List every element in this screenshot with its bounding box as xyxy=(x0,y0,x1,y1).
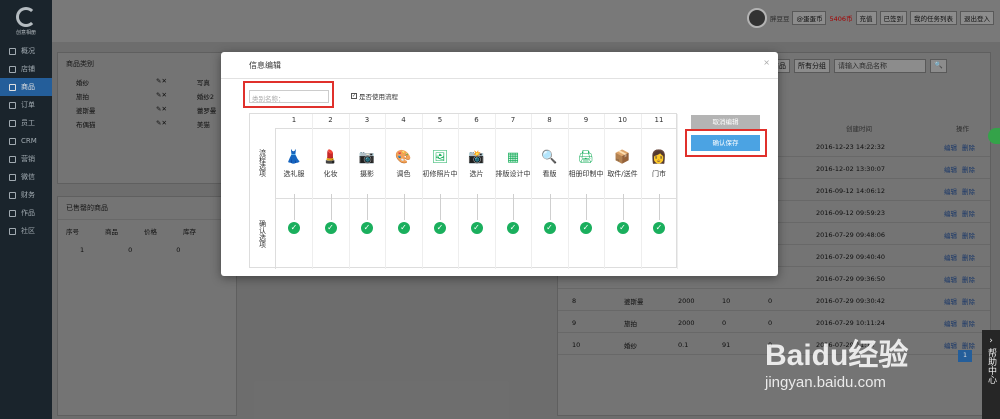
use-process-label: 是否使用流程 xyxy=(359,93,398,101)
step-label: 相册印制中 xyxy=(568,170,604,178)
check-circle-icon[interactable]: ✓ xyxy=(397,222,410,234)
step-connector xyxy=(513,194,514,220)
step-label: 看版 xyxy=(542,170,557,178)
step-label: 取件/送件 xyxy=(607,170,638,178)
step-number: 1 xyxy=(291,116,297,124)
step-number: 10 xyxy=(618,116,627,124)
watermark: Baidu经验 jingyan.baidu.com xyxy=(765,330,908,391)
watermark-brand: Baidu经验 xyxy=(765,339,909,372)
help-label: 帮助中心 xyxy=(986,348,996,384)
select-photo-icon[interactable]: 📸 xyxy=(468,150,484,165)
step-connector xyxy=(586,194,587,220)
process-grid: 流程选项 确认选项 1 👗 选礼服 ✓ 2 💄 化妆 ✓ 3 📷 摄影 ✓ 4 🎨 调色 ✓ 5 🖼 初修照片中 ✓ 6… xyxy=(249,113,678,269)
step-label: 门市 xyxy=(652,170,666,178)
check-circle-icon[interactable]: ✓ xyxy=(361,222,373,234)
edit-modal: 信息编辑 × 类别名称： ✓ 是否使用流程 流程选项 确认选项 1 👗 选礼服 ✓ 2 💄… xyxy=(221,52,778,276)
step-number: 5 xyxy=(437,116,443,124)
step-connector xyxy=(440,194,441,220)
step-number: 2 xyxy=(328,116,333,124)
step-label: 化妆 xyxy=(323,170,338,178)
step-label: 初修照片中 xyxy=(422,170,458,178)
step-connector xyxy=(403,194,405,220)
print-icon[interactable]: 🖨 xyxy=(578,150,595,165)
step-number: 11 xyxy=(654,116,664,124)
check-circle-icon[interactable]: ✓ xyxy=(653,222,665,234)
step-number: 8 xyxy=(547,116,552,124)
process-step: 8 🔍 看版 ✓ xyxy=(532,114,569,269)
process-step: 7 ▦ 排版设计中 ✓ xyxy=(495,114,532,269)
step-number: 6 xyxy=(474,116,479,124)
check-circle-icon[interactable]: ✓ xyxy=(434,222,446,234)
check-circle-icon[interactable]: ✓ xyxy=(543,222,556,234)
check-circle-icon[interactable]: ✓ xyxy=(616,222,629,234)
step-number: 3 xyxy=(364,116,370,124)
checkbox-icon[interactable]: ✓ xyxy=(351,93,357,99)
step-connector xyxy=(330,194,332,220)
save-button[interactable]: 确认保存 xyxy=(691,135,760,151)
process-step: 9 🖨 相册印制中 ✓ xyxy=(568,114,605,269)
process-step: 4 🎨 调色 ✓ xyxy=(386,114,423,269)
photo-icon[interactable]: 🖼 xyxy=(432,150,449,165)
help-arrow-icon: › xyxy=(989,336,993,346)
help-center-button[interactable]: › 帮助中心 xyxy=(982,330,1000,419)
step-number: 4 xyxy=(401,116,406,124)
store-icon[interactable]: 👩 xyxy=(651,150,667,165)
step-number: 7 xyxy=(510,116,516,124)
modal-divider xyxy=(221,78,778,79)
process-step: 2 💄 化妆 ✓ xyxy=(313,114,350,269)
review-icon[interactable]: 🔍 xyxy=(541,150,557,165)
process-step: 3 📷 摄影 ✓ xyxy=(349,114,386,269)
check-circle-icon[interactable]: ✓ xyxy=(470,222,483,234)
step-connector xyxy=(367,194,368,220)
makeup-icon[interactable]: 💄 xyxy=(322,150,338,165)
step-label: 摄影 xyxy=(360,170,374,178)
step-connector xyxy=(294,194,295,220)
check-circle-icon[interactable]: ✓ xyxy=(288,222,300,234)
camera-icon[interactable]: 📷 xyxy=(359,150,375,165)
check-circle-icon[interactable]: ✓ xyxy=(507,222,519,234)
palette-icon[interactable]: 🎨 xyxy=(395,150,411,165)
step-label: 选礼服 xyxy=(283,170,305,178)
modal-title: 信息编辑 xyxy=(249,61,281,70)
step-connector xyxy=(476,194,478,220)
process-step: 5 🖼 初修照片中 ✓ xyxy=(422,114,459,269)
step-label: 排版设计中 xyxy=(495,170,531,178)
check-circle-icon[interactable]: ✓ xyxy=(324,222,337,234)
process-step: 11 👩 门市 ✓ xyxy=(641,114,678,269)
check-circle-icon[interactable]: ✓ xyxy=(580,222,592,234)
layout-icon[interactable]: ▦ xyxy=(507,150,519,165)
process-step: 6 📸 选片 ✓ xyxy=(459,114,496,269)
use-process-checkbox[interactable]: ✓ 是否使用流程 xyxy=(351,91,398,101)
step-label: 选片 xyxy=(469,170,484,178)
close-icon[interactable]: × xyxy=(763,58,770,67)
step-number: 9 xyxy=(583,116,589,124)
category-name-input[interactable]: 类别名称： xyxy=(249,90,329,103)
cancel-button[interactable]: 取消编辑 xyxy=(691,115,760,129)
step-connector xyxy=(549,194,551,220)
package-icon[interactable]: 📦 xyxy=(614,150,630,165)
process-row-label: 流程选项 xyxy=(250,128,276,198)
confirm-row-label: 确认选项 xyxy=(250,198,276,269)
step-connector xyxy=(659,194,660,220)
process-step: 1 👗 选礼服 ✓ xyxy=(276,114,313,269)
step-connector xyxy=(622,194,624,220)
dress-icon[interactable]: 👗 xyxy=(286,150,302,165)
step-label: 调色 xyxy=(396,170,411,178)
watermark-url: jingyan.baidu.com xyxy=(765,374,886,391)
process-step: 10 📦 取件/送件 ✓ xyxy=(605,114,642,269)
